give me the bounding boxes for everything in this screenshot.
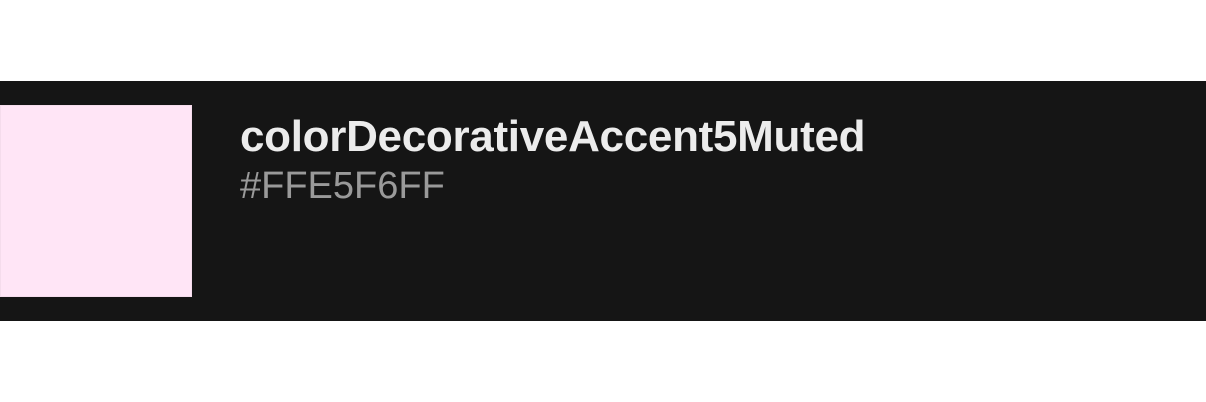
token-hex-value: #FFE5F6FF	[240, 165, 445, 207]
color-token-row: colorDecorativeAccent5Muted #FFE5F6FF	[0, 81, 1206, 321]
token-info: colorDecorativeAccent5Muted #FFE5F6FF	[240, 111, 866, 209]
token-name: colorDecorativeAccent5Muted	[240, 112, 866, 161]
color-swatch	[0, 105, 192, 297]
page: colorDecorativeAccent5Muted #FFE5F6FF	[0, 0, 1206, 402]
